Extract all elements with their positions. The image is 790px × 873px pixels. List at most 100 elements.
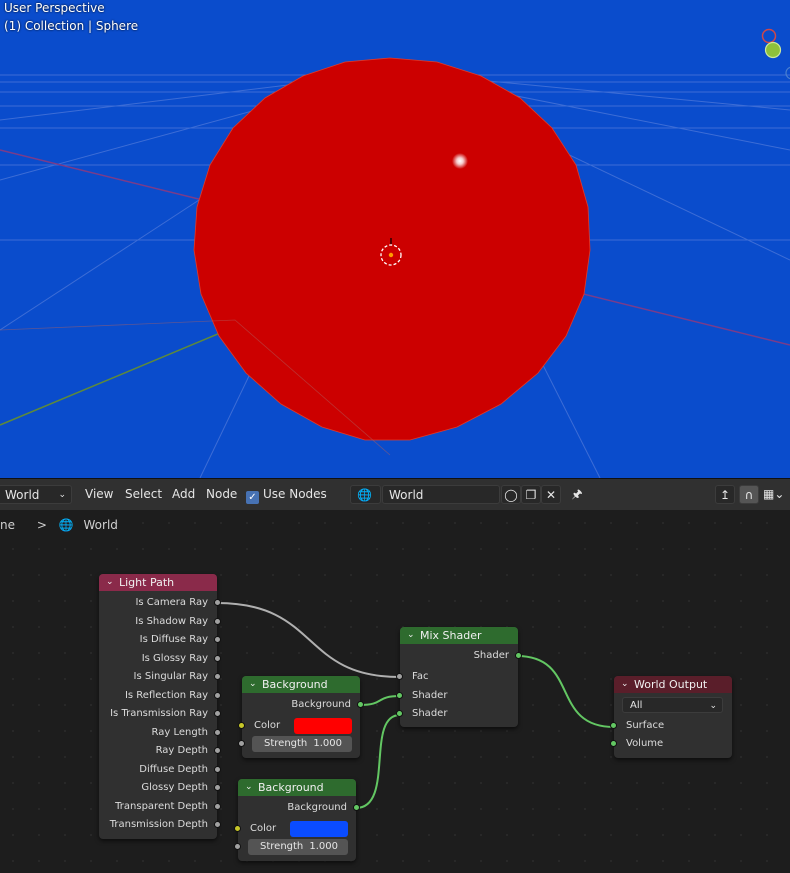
duplicate-icon[interactable]: ❐ (521, 485, 541, 504)
view-title: User Perspective (4, 1, 105, 15)
unlink-close-icon[interactable]: ✕ (541, 485, 561, 504)
light-path-header[interactable]: ⌄ Light Path (99, 574, 217, 591)
input-fac: Fac (396, 668, 518, 686)
world-globe-icon: 🌐 (357, 488, 372, 502)
output-is-camera-ray: Is Camera Ray (99, 594, 221, 612)
input-volume: Volume (610, 735, 732, 753)
breadcrumb-scene[interactable]: ne (0, 518, 15, 532)
world-name-field[interactable]: World (382, 485, 500, 504)
output-shader: Shader (400, 647, 522, 665)
background-node-title: Background (258, 781, 324, 794)
menu-add[interactable]: Add (172, 485, 195, 504)
parent-node-tree-icon[interactable]: ↥ (715, 485, 735, 504)
shader-type-dropdown[interactable]: World ⌄ (0, 485, 72, 504)
target-dropdown[interactable]: All ⌄ (622, 697, 723, 713)
output-background: Background (242, 696, 364, 714)
output-transmission-depth: Transmission Depth (99, 816, 221, 834)
mix-shader-node[interactable]: ⌄ Mix Shader Shader Fac Shader Shader (396, 627, 522, 727)
collapse-chevron-icon[interactable]: ⌄ (249, 676, 257, 693)
socket-transparent-depth[interactable] (214, 802, 221, 810)
socket-transmission-depth[interactable] (214, 821, 221, 828)
snap-magnet-icon[interactable]: ∩ (739, 485, 759, 504)
shader-type-label: World (5, 488, 40, 502)
output-is-glossy-ray: Is Glossy Ray (99, 650, 221, 668)
background-node-header[interactable]: ⌄ Background (238, 779, 356, 796)
socket-background-out[interactable] (353, 804, 360, 811)
collapse-chevron-icon[interactable]: ⌄ (407, 627, 415, 644)
socket-shader-out[interactable] (515, 652, 522, 659)
collapse-chevron-icon[interactable]: ⌄ (106, 574, 114, 591)
light-path-node[interactable]: ⌄ Light Path Is Camera Ray Is Shadow Ray… (99, 574, 221, 839)
output-is-reflection-ray: Is Reflection Ray (99, 687, 221, 705)
socket-strength-in[interactable] (234, 843, 241, 850)
socket-glossy-depth[interactable] (214, 784, 221, 791)
use-nodes-label: Use Nodes (263, 487, 327, 501)
socket-color-in[interactable] (234, 825, 241, 832)
3d-viewport[interactable]: User Perspective (1) Collection | Sphere (0, 0, 790, 478)
node-editor-header: World ⌄ View Select Add Node ✓ Use Nodes … (0, 478, 790, 510)
world-output-node[interactable]: ⌄ World Output All ⌄ Surface Volume (610, 676, 732, 758)
background-node-red[interactable]: ⌄ Background Background Color Strength 1… (238, 676, 364, 758)
world-browse-button[interactable]: 🌐 (350, 485, 381, 504)
output-diffuse-depth: Diffuse Depth (99, 761, 221, 779)
socket-is-transmission-ray[interactable] (214, 710, 221, 717)
socket-is-shadow-ray[interactable] (214, 617, 221, 625)
socket-volume-in[interactable] (610, 740, 617, 747)
world-output-header[interactable]: ⌄ World Output (614, 676, 732, 693)
input-shader-1: Shader (396, 687, 518, 705)
socket-is-glossy-ray[interactable] (214, 654, 221, 662)
output-glossy-depth: Glossy Depth (99, 779, 221, 797)
snap-mode-dropdown[interactable]: ▦⌄ (763, 485, 790, 504)
color-swatch-red[interactable] (294, 718, 352, 734)
input-shader-2: Shader (396, 705, 518, 723)
socket-is-singular-ray[interactable] (214, 673, 221, 680)
world-globe-icon: 🌐 (58, 518, 74, 532)
menu-select[interactable]: Select (125, 485, 162, 504)
output-transparent-depth: Transparent Depth (99, 798, 221, 816)
snap-grid-icon: ▦⌄ (763, 487, 785, 501)
collapse-chevron-icon[interactable]: ⌄ (621, 676, 629, 693)
menu-node[interactable]: Node (206, 485, 237, 504)
sphere (193, 57, 591, 441)
socket-is-camera-ray[interactable] (214, 599, 221, 606)
pin-icon[interactable]: 🖈 (568, 485, 586, 504)
output-is-transmission-ray: Is Transmission Ray (99, 705, 221, 723)
use-nodes-toggle[interactable]: ✓ Use Nodes (246, 485, 327, 504)
strength-field[interactable]: Strength 1.000 (252, 736, 352, 752)
socket-is-diffuse-ray[interactable] (214, 636, 221, 643)
mix-shader-header[interactable]: ⌄ Mix Shader (400, 627, 518, 644)
socket-ray-length[interactable] (214, 728, 221, 736)
breadcrumb-world[interactable]: World (84, 518, 118, 532)
breadcrumb: ne > 🌐 World (0, 518, 118, 532)
socket-shader1-in[interactable] (396, 691, 403, 699)
light-path-title: Light Path (119, 576, 175, 589)
socket-diffuse-depth[interactable] (214, 765, 221, 773)
socket-shader2-in[interactable] (396, 710, 403, 717)
background-node-blue[interactable]: ⌄ Background Background Color Strength 1… (234, 779, 360, 861)
strength-field[interactable]: Strength 1.000 (248, 839, 348, 855)
socket-fac-in[interactable] (396, 673, 403, 680)
socket-is-reflection-ray[interactable] (214, 691, 221, 699)
collapse-chevron-icon[interactable]: ⌄ (245, 779, 253, 796)
checkbox-checked-icon[interactable]: ✓ (246, 491, 259, 504)
mix-shader-title: Mix Shader (420, 629, 482, 642)
breadcrumb-separator: > (36, 518, 47, 532)
specular-highlight (452, 153, 468, 169)
socket-color-in[interactable] (238, 722, 245, 729)
fake-user-shield-icon[interactable]: ◯ (501, 485, 521, 504)
color-swatch-blue[interactable] (290, 821, 348, 837)
menu-view[interactable]: View (85, 485, 113, 504)
output-ray-length: Ray Length (99, 724, 221, 742)
socket-strength-in[interactable] (238, 740, 245, 747)
strength-label: Strength (260, 841, 304, 852)
output-is-singular-ray: Is Singular Ray (99, 668, 221, 686)
socket-surface-in[interactable] (610, 722, 617, 729)
viewport-scene (0, 28, 790, 478)
socket-ray-depth[interactable] (214, 747, 221, 754)
strength-label: Strength (264, 738, 308, 749)
socket-background-out[interactable] (357, 701, 364, 708)
background-node-header[interactable]: ⌄ Background (242, 676, 360, 693)
chevron-down-icon: ⌄ (58, 490, 66, 500)
view-context: (1) Collection | Sphere (4, 19, 139, 33)
navigation-gizmo (761, 28, 790, 80)
